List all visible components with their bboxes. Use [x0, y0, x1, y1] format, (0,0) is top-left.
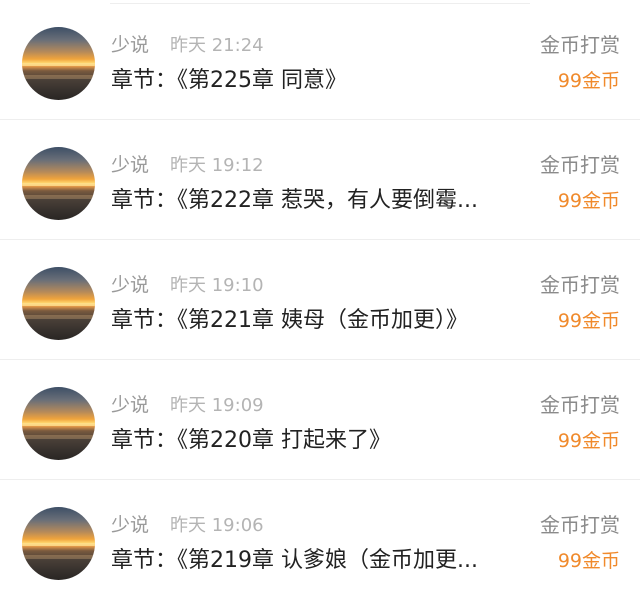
username: 少说 — [111, 34, 150, 56]
timestamp: 昨天 19:09 — [170, 395, 264, 416]
divider — [0, 119, 640, 120]
username: 少说 — [111, 274, 150, 296]
list-item[interactable]: 少说 昨天 21:24 章节：《第225章 同意》 金币打赏 99金币 — [0, 0, 640, 119]
chapter-title: 章节：《第222章 惹哭，有人要倒霉... — [111, 188, 478, 213]
avatar[interactable] — [22, 507, 95, 580]
list-item[interactable]: 少说 昨天 19:09 章节：《第220章 打起来了》 金币打赏 99金币 — [0, 360, 640, 479]
timestamp: 昨天 19:12 — [170, 155, 264, 176]
list-item[interactable]: 少说 昨天 19:10 章节：《第221章 姨母（金币加更）》 金币打赏 99金… — [0, 240, 640, 359]
list-item[interactable]: 少说 昨天 19:06 章节：《第219章 认爹娘（金币加更... 金币打赏 9… — [0, 480, 640, 599]
coin-amount: 99金币 — [557, 430, 620, 452]
chapter-title: 章节：《第225章 同意》 — [111, 68, 347, 93]
reward-type: 金币打赏 — [540, 33, 620, 57]
chapter-title: 章节：《第221章 姨母（金币加更）》 — [111, 308, 468, 333]
chapter-title: 章节：《第220章 打起来了》 — [111, 428, 391, 453]
timestamp: 昨天 19:06 — [170, 515, 264, 536]
coin-amount: 99金币 — [557, 70, 620, 92]
divider — [0, 479, 640, 480]
coin-amount: 99金币 — [557, 190, 620, 212]
coin-amount: 99金币 — [557, 550, 620, 572]
timestamp: 昨天 19:10 — [170, 275, 264, 296]
reward-type: 金币打赏 — [540, 153, 620, 177]
timestamp: 昨天 21:24 — [170, 35, 264, 56]
divider — [0, 359, 640, 360]
username: 少说 — [111, 394, 150, 416]
list-item[interactable]: 少说 昨天 19:12 章节：《第222章 惹哭，有人要倒霉... 金币打赏 9… — [0, 120, 640, 239]
reward-record-list: 少说 昨天 21:24 章节：《第225章 同意》 金币打赏 99金币 少说 昨… — [0, 0, 640, 600]
reward-type: 金币打赏 — [540, 513, 620, 537]
avatar[interactable] — [22, 387, 95, 460]
divider — [0, 239, 640, 240]
username: 少说 — [111, 514, 150, 536]
coin-amount: 99金币 — [557, 310, 620, 332]
avatar[interactable] — [22, 27, 95, 100]
avatar[interactable] — [22, 267, 95, 340]
reward-type: 金币打赏 — [540, 393, 620, 417]
username: 少说 — [111, 154, 150, 176]
avatar[interactable] — [22, 147, 95, 220]
chapter-title: 章节：《第219章 认爹娘（金币加更... — [111, 548, 478, 573]
divider — [110, 3, 530, 4]
reward-type: 金币打赏 — [540, 273, 620, 297]
